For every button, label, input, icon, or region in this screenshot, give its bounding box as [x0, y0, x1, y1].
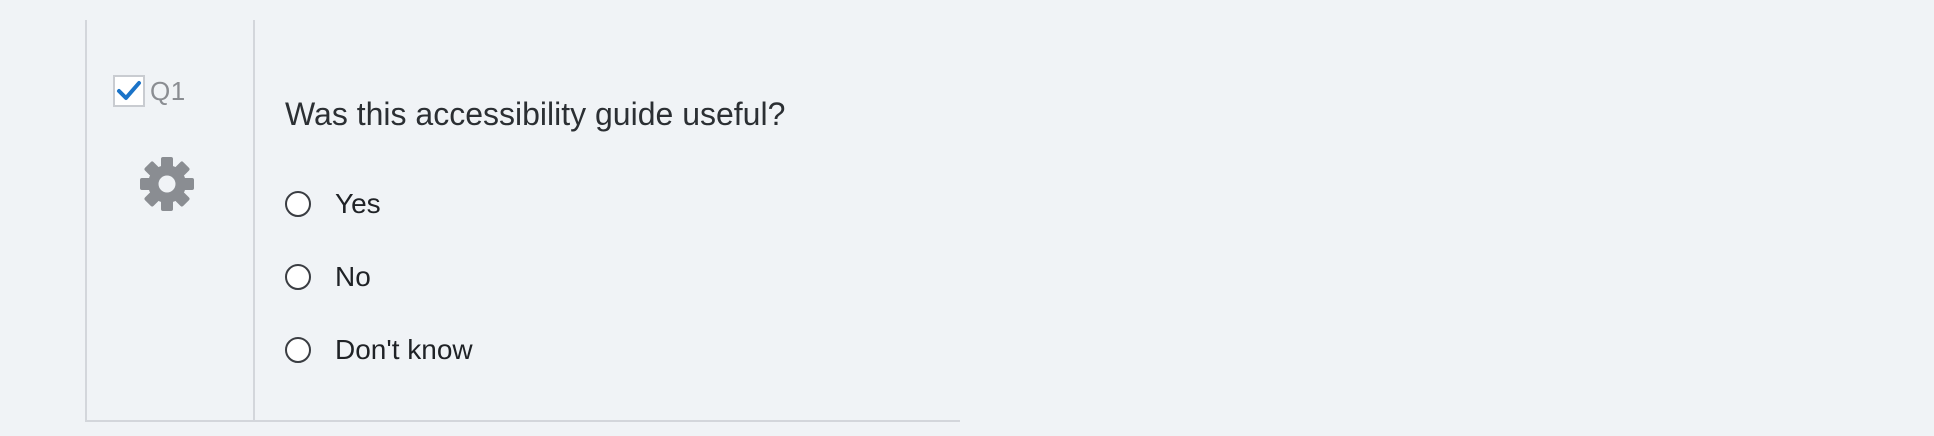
question-number: Q1 — [150, 75, 186, 106]
question-select-checkbox[interactable] — [113, 75, 145, 107]
radio-button[interactable] — [285, 337, 311, 363]
choice-yes[interactable]: Yes — [285, 188, 381, 220]
check-icon — [117, 81, 141, 100]
choice-no[interactable]: No — [285, 261, 371, 293]
survey-editor-page: Q1 Was this accessibility guide useful? … — [0, 0, 1934, 436]
radio-button[interactable] — [285, 191, 311, 217]
question-gutter: Q1 — [87, 20, 255, 420]
question-block: Q1 Was this accessibility guide useful? … — [85, 20, 960, 422]
gear-icon[interactable] — [137, 154, 197, 214]
choice-label: Don't know — [335, 334, 473, 365]
choice-label: No — [335, 261, 371, 292]
choice-dont-know[interactable]: Don't know — [285, 334, 473, 366]
choice-label: Yes — [335, 188, 381, 219]
question-text[interactable]: Was this accessibility guide useful? — [285, 96, 785, 133]
question-select: Q1 — [113, 75, 186, 107]
radio-button[interactable] — [285, 264, 311, 290]
